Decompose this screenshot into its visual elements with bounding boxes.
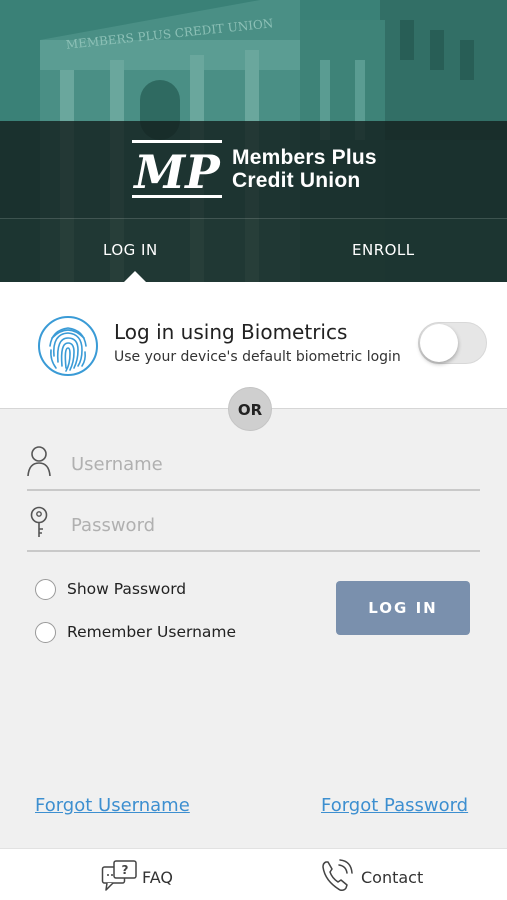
biometrics-subtitle: Use your device's default biometric logi… xyxy=(114,349,401,365)
login-button[interactable]: LOG IN xyxy=(336,581,470,635)
show-password-radio-circle[interactable] xyxy=(35,579,56,600)
show-password-label: Show Password xyxy=(67,580,187,598)
fingerprint-icon xyxy=(38,316,98,376)
brand-name: Members Plus Credit Union xyxy=(232,146,377,192)
faq-nav-item[interactable]: ? FAQ xyxy=(101,859,181,893)
or-divider-badge: OR xyxy=(228,387,272,431)
username-field xyxy=(27,441,480,491)
header-hero: MEMBERS PLUS CREDIT UNION MP Members Plu… xyxy=(0,0,507,282)
remember-username-radio-circle[interactable] xyxy=(35,622,56,643)
svg-text:MP: MP xyxy=(132,145,221,199)
mp-logo-icon: MP xyxy=(132,140,222,199)
password-field xyxy=(27,502,480,552)
forgot-password-link[interactable]: Forgot Password xyxy=(321,795,468,816)
brand-name-line2: Credit Union xyxy=(232,169,361,192)
key-icon xyxy=(30,506,48,537)
faq-label: FAQ xyxy=(142,868,173,887)
contact-nav-item[interactable]: Contact xyxy=(320,859,430,893)
phone-icon xyxy=(322,859,353,891)
toggle-knob xyxy=(420,324,458,362)
bottom-nav: ? FAQ Contact xyxy=(0,848,507,900)
tab-enroll[interactable]: ENROLL xyxy=(352,241,415,259)
contact-label: Contact xyxy=(361,868,424,887)
biometrics-toggle[interactable] xyxy=(418,322,487,364)
password-input[interactable] xyxy=(71,508,471,542)
tab-bar: LOG IN ENROLL xyxy=(0,218,507,282)
username-input[interactable] xyxy=(71,447,471,481)
brand-name-line1: Members Plus xyxy=(232,146,377,169)
user-icon xyxy=(27,446,51,477)
faq-chat-icon: ? xyxy=(101,860,137,891)
svg-text:?: ? xyxy=(122,863,129,877)
biometrics-title: Log in using Biometrics xyxy=(114,320,348,344)
selected-tab-caret xyxy=(124,271,146,282)
tab-log-in[interactable]: LOG IN xyxy=(103,241,158,259)
forgot-username-link[interactable]: Forgot Username xyxy=(35,795,190,816)
remember-username-label: Remember Username xyxy=(67,623,237,641)
